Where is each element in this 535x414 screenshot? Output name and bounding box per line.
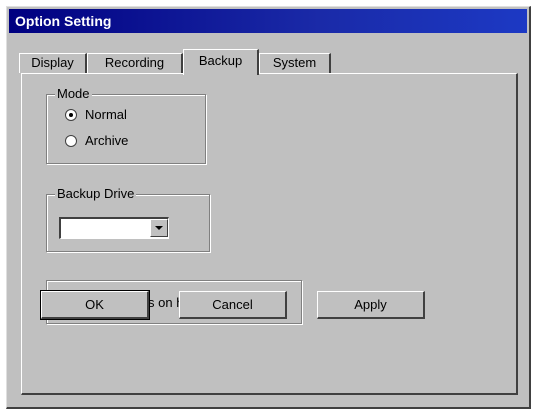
tab-display-label: Display	[31, 55, 74, 70]
tab-recording[interactable]: Recording	[87, 53, 183, 73]
tab-backup[interactable]: Backup	[183, 49, 259, 75]
radio-normal-label: Normal	[85, 107, 127, 122]
tab-recording-label: Recording	[104, 55, 165, 70]
backup-drive-group-title: Backup Drive	[55, 186, 137, 201]
radio-archive-label: Archive	[85, 133, 129, 148]
option-setting-dialog: Option Setting Display Recording Backup …	[6, 6, 531, 409]
radio-normal[interactable]	[65, 109, 77, 121]
backup-drive-select[interactable]	[59, 217, 169, 239]
mode-group: Mode Normal Archive	[46, 86, 206, 164]
backup-tab-panel: Mode Normal Archive Backup Drive Keep co…	[21, 73, 518, 395]
apply-button[interactable]: Apply	[317, 291, 425, 319]
ok-button[interactable]: OK	[40, 290, 150, 320]
tab-display[interactable]: Display	[19, 53, 87, 73]
title-bar[interactable]: Option Setting	[9, 9, 527, 33]
window-title: Option Setting	[15, 13, 112, 29]
tab-system-label: System	[272, 55, 317, 70]
tab-system[interactable]: System	[259, 53, 331, 73]
radio-archive[interactable]	[65, 135, 77, 147]
cancel-button[interactable]: Cancel	[179, 291, 287, 319]
chevron-down-icon[interactable]	[150, 219, 168, 237]
tab-backup-label: Backup	[198, 53, 243, 68]
mode-group-title: Mode	[55, 86, 92, 101]
radio-selected-dot	[69, 113, 73, 117]
backup-drive-group: Backup Drive	[46, 186, 210, 252]
